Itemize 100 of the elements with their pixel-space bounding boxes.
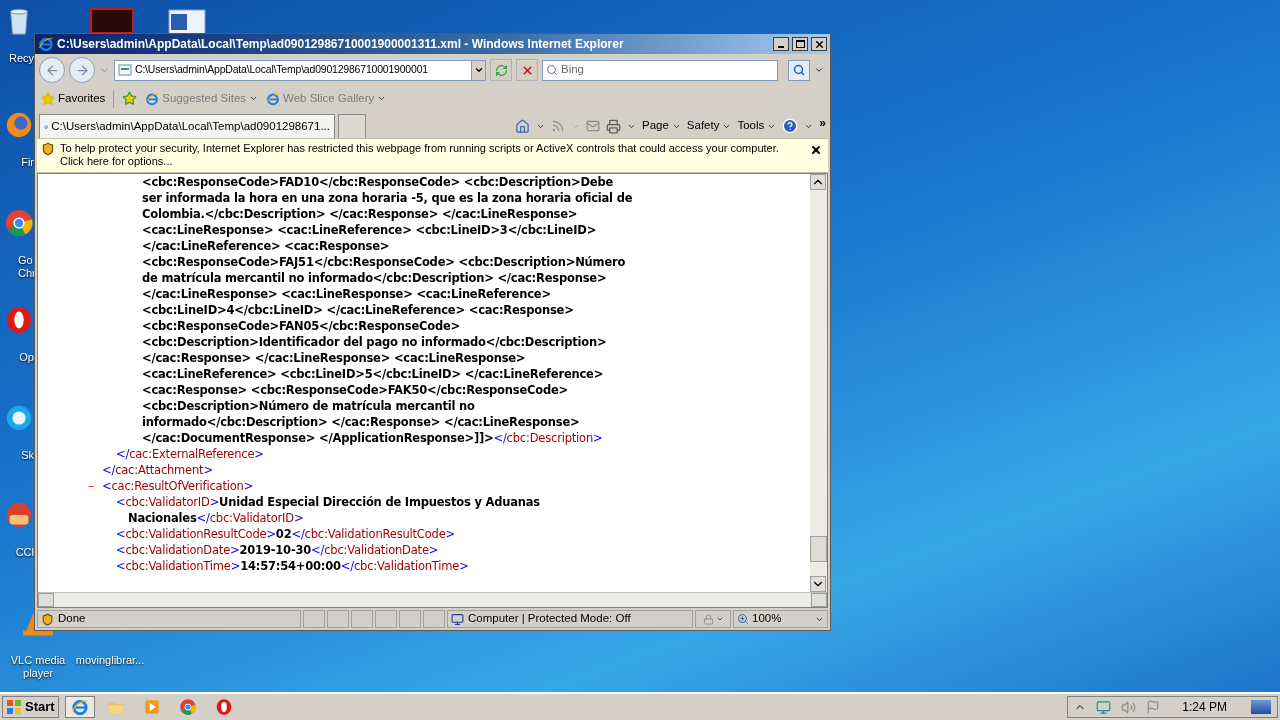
taskbar-app[interactable] <box>64 696 95 718</box>
back-button[interactable] <box>39 57 65 83</box>
xml-line: de matrícula mercantil no informado</cbc:Description> </cac:Response> <box>142 270 607 288</box>
add-favorite-icon[interactable] <box>122 91 138 106</box>
xml-line: <cbc:ValidationDate>2019-10-30</cbc:ValidationDate> <box>116 542 439 560</box>
desktop-icon-label[interactable]: VLC media player <box>2 654 74 680</box>
command-menu[interactable]: Safety <box>686 117 732 135</box>
favorites-button[interactable]: Favorites <box>41 89 106 108</box>
xml-line: <cac:LineReference> <cbc:LineID>5</cbc:LineID> </cac:LineReference> <box>142 366 604 384</box>
new-tab-button[interactable] <box>338 114 366 138</box>
desktop-icon-label[interactable]: CCl <box>15 546 34 559</box>
computer-icon <box>451 612 464 626</box>
windows-logo <box>6 699 22 715</box>
collapse-toggle[interactable]: – <box>88 478 102 496</box>
opera-icon <box>4 305 34 335</box>
broom-icon <box>4 500 34 530</box>
shield-icon <box>41 612 54 626</box>
browser-tab[interactable]: C:\Users\admin\AppData\Local\Temp\ad0901298671... <box>39 114 335 138</box>
search-field[interactable]: Bing <box>561 61 774 79</box>
help-icon[interactable] <box>782 118 799 134</box>
document-icon <box>165 8 209 34</box>
caret-icon <box>377 94 387 103</box>
minimize-button[interactable] <box>773 37 789 51</box>
xml-line: <cac:LineResponse> <cac:LineReference> <cbc:LineID>3</cbc:LineID> <box>142 222 597 240</box>
status-pane <box>327 610 349 628</box>
protected-mode-button[interactable] <box>695 610 731 628</box>
scroll-up-icon[interactable] <box>810 174 826 190</box>
scroll-left-button[interactable] <box>38 593 54 607</box>
shield-icon <box>41 142 55 156</box>
xml-line: </cac:LineReference> <cac:Response> <box>142 238 390 256</box>
window-title: C:\Users\admin\AppData\Local\Temp\ad09012986710001900001311.xml - Windows Internet Explorer <box>57 36 625 53</box>
start-button[interactable]: Start <box>2 696 59 718</box>
address-bar[interactable]: C:\Users\admin\AppData\Local\Temp\ad09012986710001900001 <box>114 59 486 81</box>
chrome-icon <box>4 208 34 238</box>
desktop-icon-label[interactable]: Fir <box>21 156 34 169</box>
info-bar[interactable]: To help protect your security, Internet Explorer has restricted this webpage from running scripts or ActiveX controls that could access your computer. Click here for options... <box>37 138 828 173</box>
zoom-button[interactable]: 100% <box>733 610 828 628</box>
forward-arrow-icon <box>74 62 90 78</box>
volume-icon[interactable] <box>1121 699 1137 715</box>
home-icon[interactable] <box>515 118 530 134</box>
maximize-button[interactable] <box>792 37 808 51</box>
xml-line: <cbc:Description>Número de matrícula mercantil no <box>142 398 475 416</box>
xml-line: </cac:Response> </cac:LineResponse> <cac:LineResponse> <box>142 350 526 368</box>
search-bar[interactable]: Bing <box>542 59 778 81</box>
command-menu[interactable]: Tools <box>737 117 777 135</box>
caret-icon <box>715 615 724 623</box>
stop-button[interactable] <box>516 59 538 81</box>
search-options-icon[interactable] <box>814 65 824 75</box>
status-text: Done <box>58 611 86 627</box>
scroll-down-icon[interactable] <box>810 576 826 592</box>
vertical-scrollbar[interactable] <box>810 174 827 592</box>
security-zone: Computer | Protected Mode: Off <box>468 611 631 627</box>
xml-line: ser informada la hora en una zona horaria -5, que es la zona horaria oficial de <box>142 190 633 208</box>
more-chevron-icon[interactable]: » <box>819 114 826 132</box>
search-icon <box>793 64 805 76</box>
zoom-icon <box>737 613 749 625</box>
status-pane <box>423 610 445 628</box>
refresh-button[interactable] <box>490 59 512 81</box>
print-icon[interactable] <box>606 118 621 134</box>
mail-icon[interactable] <box>586 119 600 133</box>
page-icon <box>118 63 132 77</box>
status-pane <box>303 610 325 628</box>
xml-line: <cbc:ResponseCode>FAN05</cbc:ResponseCode> <box>142 318 460 336</box>
clock[interactable]: 1:24 PM <box>1182 698 1227 716</box>
search-button[interactable] <box>788 59 810 81</box>
show-desktop-button[interactable] <box>1251 700 1271 714</box>
refresh-icon <box>494 63 508 77</box>
xml-line: informado</cbc:Description> </cac:Response> </cac:LineResponse> <box>142 414 580 432</box>
desktop-icon-label[interactable]: Op <box>19 351 34 364</box>
xml-line: </cac:ExternalReference> <box>116 446 264 464</box>
flag-icon[interactable] <box>1146 700 1161 714</box>
dropdown-icon[interactable] <box>473 65 484 75</box>
xml-line: <cac:ResultOfVerification> <box>102 478 254 496</box>
xml-line: <cbc:LineID>4</cbc:LineID> </cac:LineReference> <cac:Response> <box>142 302 574 320</box>
command-menu[interactable]: Page <box>642 117 681 135</box>
close-icon[interactable] <box>810 144 822 156</box>
xml-line: Colombia.</cbc:Description> </cac:Response> </cac:LineResponse> <box>142 206 578 224</box>
lock-icon <box>702 613 714 625</box>
stop-icon <box>520 63 534 77</box>
forward-button[interactable] <box>69 57 95 83</box>
scrollbar-thumb[interactable] <box>810 536 827 562</box>
close-button[interactable] <box>811 37 827 51</box>
xml-line: <cbc:ValidatorID>Unidad Especial Dirección de Impuestos y Aduanas <box>116 494 540 512</box>
network-icon[interactable] <box>1096 699 1112 715</box>
desktop-icon-label[interactable]: Sk <box>21 449 34 462</box>
xml-line: <cbc:ValidationTime>14:57:54+00:00</cbc:ValidationTime> <box>116 558 469 576</box>
xml-line: </cac:DocumentResponse> </ApplicationResponse>]]></cbc:Description> <box>142 430 603 448</box>
status-pane <box>351 610 373 628</box>
desktop-icon-label[interactable]: Recy <box>8 52 34 65</box>
info-bar-message: To help protect your security, Internet Explorer has restricted this webpage from running scripts or ActiveX controls that could access your computer. Click here for options... <box>60 142 780 168</box>
desktop-icon-label[interactable]: movinglibrar... <box>75 654 145 667</box>
close-icon <box>813 38 825 50</box>
horizontal-scrollbar[interactable] <box>38 592 827 607</box>
fox-globe-icon <box>4 110 34 140</box>
xml-line: <cbc:ResponseCode>FAJ51</cbc:ResponseCode> <cbc:Description>Número <box>142 254 626 272</box>
caret-icon <box>249 94 259 103</box>
feed-icon[interactable] <box>551 119 565 133</box>
xml-line: <cac:Response> <cbc:ResponseCode>FAK50</cbc:ResponseCode> <box>142 382 569 400</box>
play-icon <box>142 698 161 716</box>
desktop-icon-label[interactable]: Go Chr <box>18 254 34 280</box>
